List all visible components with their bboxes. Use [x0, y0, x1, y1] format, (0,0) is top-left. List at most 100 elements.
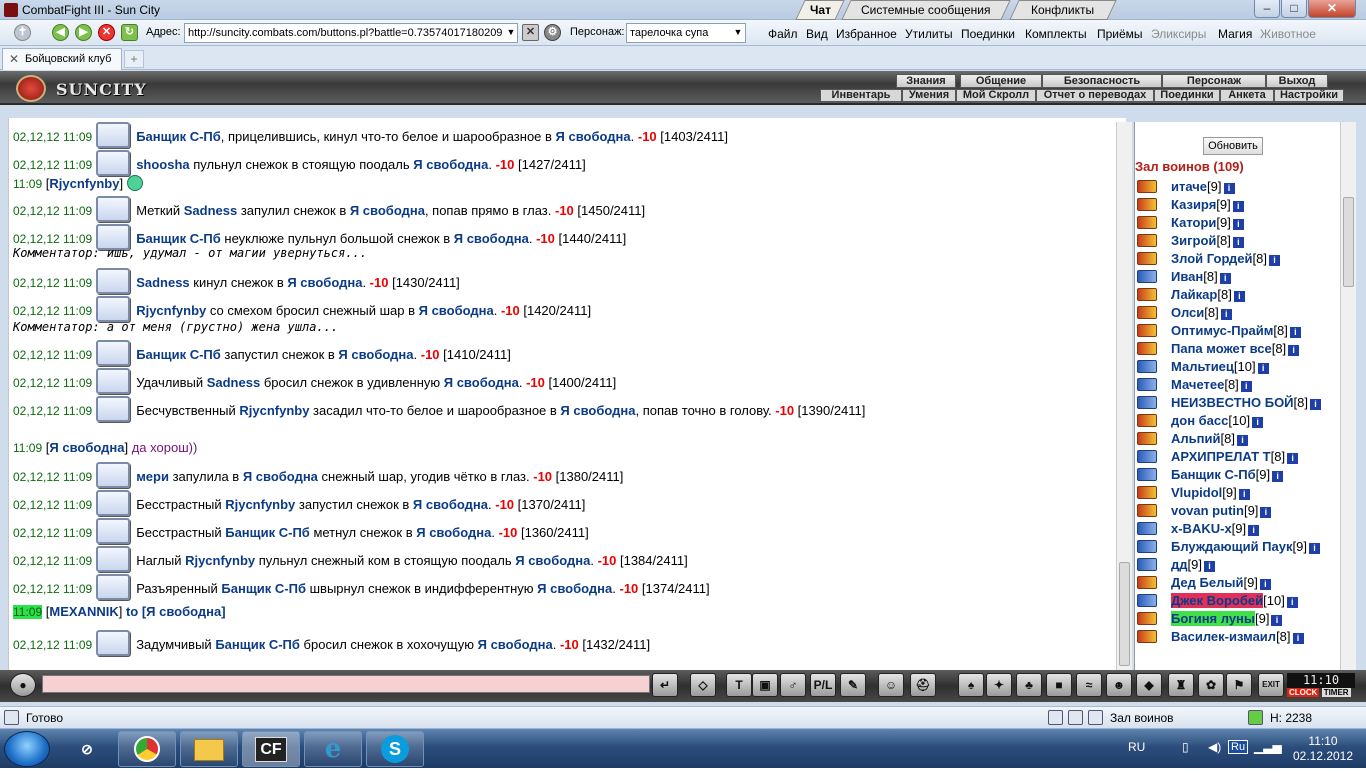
player-nick[interactable]: Я свободна [338, 347, 413, 362]
topnav-item[interactable]: Общение [960, 74, 1042, 88]
player-nick[interactable]: Я свободна [243, 469, 318, 484]
chat-timestamp[interactable]: 02,12,12 11:09 [13, 638, 92, 652]
player-row[interactable]: АРХИПРЕЛАТ Т[8] i [1137, 448, 1343, 466]
player-name[interactable]: Злой Гордей [1171, 251, 1253, 266]
player-row[interactable]: Дед Белый[9] i [1137, 574, 1343, 592]
group-icon[interactable]: ✿ [1198, 673, 1224, 697]
clock-label[interactable]: CLOCK [1287, 688, 1320, 697]
chat-scroll-thumb[interactable] [1119, 562, 1130, 666]
player-info-icon[interactable]: i [1287, 453, 1299, 464]
helmet-icon[interactable]: ⛑ [910, 673, 936, 697]
player-nick[interactable]: Банщик С-Пб [221, 581, 306, 596]
subnav-item[interactable]: Поединки [1154, 89, 1220, 102]
player-nick[interactable]: Rjycnfynby [239, 403, 309, 418]
mask-icon[interactable]: ☻ [1106, 673, 1132, 697]
player-row[interactable]: Олси[8] i [1137, 304, 1343, 322]
player-nick[interactable]: Rjycnfynby [225, 497, 295, 512]
player-name[interactable]: АРХИПРЕЛАТ Т [1171, 449, 1271, 464]
player-info-icon[interactable]: i [1252, 417, 1264, 428]
player-nick[interactable]: Sadness [207, 375, 260, 390]
player-row[interactable]: Джек Воробей[10] i [1137, 592, 1343, 610]
monitor-icon[interactable]: ▣ [752, 673, 778, 697]
chat-timestamp[interactable]: 02,12,12 11:09 [13, 498, 92, 512]
player-row[interactable]: дон басс[10] i [1137, 412, 1343, 430]
player-name[interactable]: Блуждающий Паук [1171, 539, 1293, 554]
persona-select[interactable]: тарелочка супа [626, 23, 746, 43]
chat-timestamp[interactable]: 02,12,12 11:09 [13, 304, 92, 318]
player-info-icon[interactable]: i [1223, 183, 1235, 194]
skype-icon[interactable]: S [366, 731, 424, 767]
player-row[interactable]: Иван[8] i [1137, 268, 1343, 286]
player-info-icon[interactable]: i [1240, 381, 1252, 392]
player-row[interactable]: Зигрой[8] i [1137, 232, 1343, 250]
player-info-icon[interactable]: i [1272, 471, 1284, 482]
tools-icon[interactable]: ⚙ [544, 24, 561, 41]
player-info-icon[interactable]: i [1259, 579, 1271, 590]
player-row[interactable]: Vlupidol[9] i [1137, 484, 1343, 502]
player-name[interactable]: Папа может все [1171, 341, 1272, 356]
exit-icon[interactable]: EXIT [1258, 673, 1284, 697]
tray-clock[interactable]: 11:10 02.12.2012 [1288, 734, 1358, 764]
player-name[interactable]: vovan putin [1171, 503, 1244, 518]
chat-scrollbar[interactable] [1116, 122, 1132, 670]
shield-icon[interactable]: ◆ [1136, 673, 1162, 697]
player-nick[interactable]: Я свободна [444, 375, 519, 390]
chat-tab[interactable]: Конфликты [1009, 0, 1117, 20]
eraser-icon[interactable]: ◇ [690, 673, 716, 697]
address-input[interactable]: http://suncity.combats.com/buttons.pl?ba… [184, 23, 518, 43]
player-row[interactable]: Альпий[8] i [1137, 430, 1343, 448]
player-nick[interactable]: Я свободна [537, 581, 612, 596]
pen-icon[interactable]: ✎ [840, 673, 866, 697]
subnav-item[interactable]: Анкета [1220, 89, 1274, 102]
player-info-icon[interactable]: i [1286, 597, 1298, 608]
new-tab-button[interactable]: + [124, 50, 144, 68]
keyboard-layout-icon[interactable]: Ru [1228, 740, 1249, 754]
topnav-item[interactable]: Выход [1266, 74, 1328, 88]
player-nick[interactable]: Sadness [184, 203, 237, 218]
taskbar-circle-icon[interactable]: ⊘ [58, 731, 116, 767]
player-info-icon[interactable]: i [1271, 615, 1283, 626]
player-name[interactable]: итаче [1171, 179, 1207, 194]
chest-icon[interactable]: ■ [1046, 673, 1072, 697]
chat-tab[interactable]: Системные сообщения [841, 0, 1011, 20]
player-info-icon[interactable]: i [1269, 255, 1280, 266]
tab-fight-club[interactable]: ✕ Бойцовский клуб [2, 48, 122, 70]
pl-icon[interactable]: P/L [810, 673, 836, 697]
subnav-item[interactable]: Инвентарь [820, 89, 902, 102]
player-row[interactable]: x-BAKU-x[9] i [1137, 520, 1343, 538]
player-nick[interactable]: мери [136, 469, 169, 484]
player-info-icon[interactable]: i [1292, 633, 1304, 644]
back-icon[interactable]: ◀ [52, 24, 69, 41]
chat-timestamp[interactable]: 02,12,12 11:09 [13, 204, 92, 218]
player-name[interactable]: x-BAKU-x [1171, 521, 1232, 536]
figure-icon[interactable]: ♂ [780, 673, 806, 697]
player-nick[interactable]: Я свободна [350, 203, 425, 218]
face-icon[interactable]: ☺ [878, 673, 904, 697]
player-info-icon[interactable]: i [1232, 201, 1244, 212]
player-row[interactable]: Катори[9] i [1137, 214, 1343, 232]
player-nick[interactable]: Банщик С-Пб [225, 525, 310, 540]
timer-label[interactable]: TIMER [1321, 688, 1351, 697]
volume-icon[interactable]: ◀) [1208, 740, 1221, 754]
tab-close-icon[interactable]: ✕ [9, 49, 19, 69]
player-nick[interactable]: Банщик С-Пб [136, 231, 221, 246]
chat-timestamp[interactable]: 11:09 [13, 441, 42, 455]
player-name[interactable]: Богиня луны [1171, 611, 1256, 626]
subnav-item[interactable]: Настройки [1274, 89, 1344, 102]
notes-icon[interactable] [1068, 710, 1083, 725]
menu-0[interactable]: Файл [768, 27, 798, 41]
clock-status-icon[interactable] [1048, 710, 1063, 725]
topnav-item[interactable]: Персонаж [1162, 74, 1266, 88]
chat-timestamp[interactable]: 11:09 [13, 605, 43, 619]
player-name[interactable]: Олси [1171, 305, 1204, 320]
player-info-icon[interactable]: i [1248, 525, 1260, 536]
player-nick[interactable]: Я свободна [454, 231, 529, 246]
chat-timestamp[interactable]: 02,12,12 11:09 [13, 158, 92, 172]
player-row[interactable]: vovan putin[9] i [1137, 502, 1343, 520]
chat-timestamp[interactable]: 02,12,12 11:09 [13, 376, 92, 390]
network-icon[interactable]: ▁▃▅ [1254, 740, 1282, 754]
sync-icon[interactable] [1248, 710, 1263, 725]
menu-3[interactable]: Утилиты [905, 27, 953, 41]
chat-timestamp[interactable]: 02,12,12 11:09 [13, 276, 92, 290]
player-row[interactable]: дд[9] i [1137, 556, 1343, 574]
